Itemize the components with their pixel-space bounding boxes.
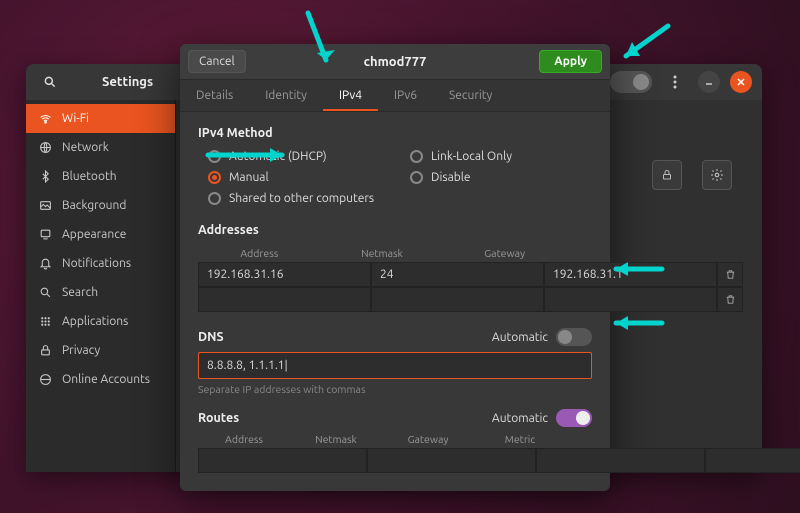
lock-icon[interactable] [652,160,682,190]
trash-icon[interactable] [717,262,743,287]
routes-automatic-toggle[interactable] [556,409,592,427]
trash-icon[interactable] [717,287,743,312]
sidebar-item-wi-fi[interactable]: Wi-Fi [26,104,175,133]
route-address-input[interactable] [198,448,367,473]
radio-label: Link-Local Only [431,150,512,163]
address-input[interactable] [198,287,371,312]
gateway-input[interactable] [544,287,717,312]
sidebar-item-background[interactable]: Background [26,191,175,220]
hamburger-menu-icon[interactable] [662,69,688,95]
arrow-annotation [608,18,678,68]
settings-title: Settings [102,75,153,89]
ipv4-method-group: Automatic (DHCP) Link-Local Only Manual … [208,150,592,205]
search-icon [38,286,52,299]
sidebar-item-label: Appearance [62,228,126,241]
routes-table: Address Netmask Gateway Metric [198,433,592,473]
address-input[interactable] [198,262,371,287]
settings-sidebar: Wi-Fi Network Bluetooth Background Appearanc… [26,100,176,472]
col-metric: Metric [474,433,566,445]
ipv4-method-title: IPv4 Method [198,126,592,140]
netmask-input[interactable] [371,287,544,312]
apply-button[interactable]: Apply [539,50,602,73]
sidebar-item-label: Search [62,286,98,299]
dns-title: DNS [198,330,224,344]
sidebar-item-search[interactable]: Search [26,278,175,307]
col-netmask: Netmask [321,247,444,259]
col-gateway: Gateway [443,247,566,259]
background-icon [38,199,52,212]
window-close-button[interactable] [730,71,752,93]
route-netmask-input[interactable] [367,448,536,473]
sidebar-item-label: Notifications [62,257,131,270]
radio-label: Disable [431,171,471,184]
dns-input[interactable] [198,352,592,379]
dialog-header: Cancel chmod777 Apply [180,44,610,80]
col-address: Address [198,433,290,445]
sidebar-item-applications[interactable]: Applications [26,307,175,336]
sidebar-item-privacy[interactable]: Privacy [26,336,175,365]
sidebar-item-label: Wi-Fi [62,112,89,125]
radio-link-local[interactable]: Link-Local Only [410,150,592,163]
lock-icon [38,344,52,357]
radio-automatic-dhcp[interactable]: Automatic (DHCP) [208,150,390,163]
sidebar-item-notifications[interactable]: Notifications [26,249,175,278]
gateway-input[interactable] [544,262,717,287]
dns-automatic-label: Automatic [492,331,548,344]
sidebar-item-label: Online Accounts [62,373,150,386]
radio-disable[interactable]: Disable [410,171,592,184]
sidebar-item-label: Applications [62,315,128,328]
search-icon[interactable] [36,68,64,96]
sidebar-item-network[interactable]: Network [26,133,175,162]
addresses-title: Addresses [198,223,592,237]
radio-label: Automatic (DHCP) [229,150,327,163]
sidebar-item-appearance[interactable]: Appearance [26,220,175,249]
radio-manual[interactable]: Manual [208,171,390,184]
col-address: Address [198,247,321,259]
address-row [198,287,592,312]
sidebar-item-label: Background [62,199,126,212]
route-gateway-input[interactable] [536,448,705,473]
address-row [198,262,592,287]
route-metric-input[interactable] [705,448,800,473]
dialog-tabs: DetailsIdentityIPv4IPv6Security [180,80,610,112]
dns-hint: Separate IP addresses with commas [198,383,592,395]
netmask-input[interactable] [371,262,544,287]
online-icon [38,373,52,386]
grid-icon [38,315,52,328]
sidebar-item-label: Privacy [62,344,100,357]
network-settings-dialog: Cancel chmod777 Apply DetailsIdentityIPv… [180,44,610,491]
sidebar-item-label: Bluetooth [62,170,117,183]
routes-automatic-label: Automatic [492,412,548,425]
tab-security[interactable]: Security [433,80,508,111]
routes-row [198,448,592,473]
wifi-icon [38,112,52,125]
globe-icon [38,141,52,154]
tab-identity[interactable]: Identity [249,80,323,111]
radio-label: Manual [229,171,269,184]
appearance-icon [38,228,52,241]
sidebar-item-label: Network [62,141,109,154]
bell-icon [38,257,52,270]
addresses-table: Address Netmask Gateway [198,247,592,312]
tab-details[interactable]: Details [180,80,249,111]
wifi-master-toggle[interactable] [610,71,652,93]
sidebar-item-online-accounts[interactable]: Online Accounts [26,365,175,394]
cancel-button[interactable]: Cancel [188,50,246,73]
dns-automatic-toggle[interactable] [556,328,592,346]
gear-icon[interactable] [702,160,732,190]
radio-shared[interactable]: Shared to other computers [208,192,390,205]
col-netmask: Netmask [290,433,382,445]
radio-label: Shared to other computers [229,192,374,205]
tab-ipv4[interactable]: IPv4 [323,80,378,111]
tab-ipv6[interactable]: IPv6 [378,80,433,111]
col-gateway: Gateway [382,433,474,445]
bluetooth-icon [38,170,52,183]
minimize-button[interactable] [698,71,720,93]
sidebar-item-bluetooth[interactable]: Bluetooth [26,162,175,191]
routes-title: Routes [198,411,239,425]
